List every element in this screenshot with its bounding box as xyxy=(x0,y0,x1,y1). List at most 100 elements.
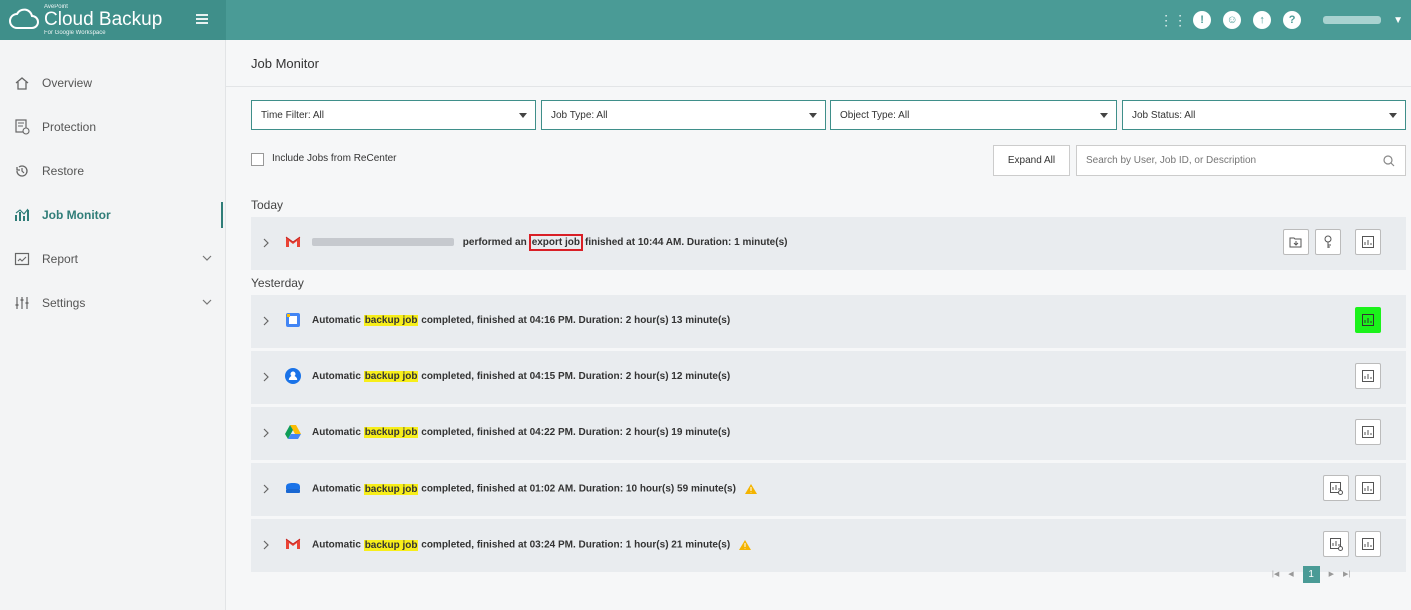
report-download-icon xyxy=(1362,236,1374,248)
title-divider xyxy=(226,86,1411,87)
job-row[interactable]: Automatic backup job completed, finished… xyxy=(251,407,1406,460)
chevron-down-icon xyxy=(202,255,212,261)
notification-bell-icon[interactable]: ↑ xyxy=(1253,11,1272,29)
job-type-label: Job Type: All xyxy=(551,109,608,121)
gmail-icon xyxy=(285,538,301,549)
warning-icon xyxy=(744,484,757,494)
brand-logo: AvePoint Cloud Backup For Google Workspa… xyxy=(0,0,226,40)
job-type-dropdown[interactable]: Job Type: All xyxy=(541,100,826,130)
backup-job-highlight: backup job xyxy=(363,427,419,438)
job-description: Automatic backup job completed, finished… xyxy=(312,427,731,438)
download-report-button[interactable] xyxy=(1355,475,1381,501)
sidebar-item-label: Report xyxy=(42,252,79,266)
next-page-icon[interactable]: ▶ xyxy=(1329,570,1334,578)
include-recenter-label: Include Jobs from ReCenter xyxy=(272,153,397,164)
chevron-right-icon[interactable] xyxy=(262,316,270,326)
user-menu-caret-icon[interactable]: ▼ xyxy=(1393,15,1403,26)
sidebar-item-overview[interactable]: Overview xyxy=(0,68,226,98)
search-input[interactable] xyxy=(1086,155,1366,166)
chart-settings-button[interactable] xyxy=(1323,531,1349,557)
export-job-highlight: export job xyxy=(528,234,584,251)
download-report-button[interactable] xyxy=(1355,363,1381,389)
job-row[interactable]: performed an export job finished at 10:44 … xyxy=(251,217,1406,270)
search-box[interactable] xyxy=(1076,145,1406,176)
chevron-right-icon[interactable] xyxy=(262,428,270,438)
chevron-right-icon[interactable] xyxy=(262,484,270,494)
backup-job-highlight: backup job xyxy=(363,315,419,326)
report-download-icon xyxy=(1362,370,1374,382)
expand-all-button[interactable]: Expand All xyxy=(993,145,1070,176)
job-description: Automatic backup job completed, finished… xyxy=(312,315,731,326)
help-icon[interactable]: ? xyxy=(1283,11,1302,29)
sidebar-item-restore[interactable]: Restore xyxy=(0,156,226,186)
previous-page-icon[interactable]: ◀ xyxy=(1288,570,1293,578)
user-name-placeholder[interactable] xyxy=(1323,16,1382,24)
export-folder-button[interactable] xyxy=(1283,229,1309,255)
gmail-icon xyxy=(285,236,301,247)
section-today: Today xyxy=(251,198,284,212)
job-status-dropdown[interactable]: Job Status: All xyxy=(1122,100,1406,130)
notification-icon[interactable]: ! xyxy=(1193,11,1212,29)
job-description: Automatic backup job completed, finished… xyxy=(312,483,758,495)
download-report-button[interactable] xyxy=(1355,419,1381,445)
download-report-button[interactable] xyxy=(1355,229,1381,255)
contacts-icon xyxy=(285,368,301,384)
backup-job-highlight: backup job xyxy=(363,539,419,551)
sidebar: Overview Protection Restore Job Monitor … xyxy=(0,40,226,610)
key-button[interactable] xyxy=(1315,229,1341,255)
section-yesterday: Yesterday xyxy=(251,276,304,290)
chevron-right-icon[interactable] xyxy=(262,372,270,382)
sidebar-item-protection[interactable]: Protection xyxy=(0,112,226,142)
report-settings-icon xyxy=(1330,538,1343,551)
time-filter-label: Time Filter: All xyxy=(261,109,324,121)
search-icon[interactable] xyxy=(1383,155,1395,167)
report-download-icon xyxy=(1362,482,1374,494)
sidebar-item-report[interactable]: Report xyxy=(0,244,226,274)
google-drive-icon xyxy=(285,425,301,439)
job-row[interactable]: Automatic backup job completed, finished… xyxy=(251,351,1406,404)
job-monitor-icon xyxy=(14,207,30,223)
time-filter-dropdown[interactable]: Time Filter: All xyxy=(251,100,536,130)
vendor-name: AvePoint xyxy=(44,4,68,10)
chart-settings-button[interactable] xyxy=(1323,475,1349,501)
download-report-button[interactable] xyxy=(1355,531,1381,557)
job-status-label: Job Status: All xyxy=(1132,109,1196,121)
dropdown-arrow-icon xyxy=(519,113,527,118)
calendar-icon xyxy=(286,313,300,327)
protection-icon xyxy=(14,119,30,135)
dropdown-arrow-icon xyxy=(1389,113,1397,118)
job-row[interactable]: Automatic backup job completed, finished… xyxy=(251,519,1406,572)
chevron-right-icon[interactable] xyxy=(262,540,270,550)
sidebar-item-label: Restore xyxy=(42,164,85,178)
report-download-icon xyxy=(1362,538,1374,550)
chevron-right-icon[interactable] xyxy=(262,238,270,248)
settings-icon xyxy=(14,295,30,311)
sidebar-item-label: Overview xyxy=(42,76,93,90)
include-recenter-checkbox[interactable] xyxy=(251,153,264,166)
job-description: Automatic backup job completed, finished… xyxy=(312,371,731,382)
last-page-icon[interactable]: ▶| xyxy=(1343,570,1350,578)
job-row[interactable]: Automatic backup job completed, finished… xyxy=(251,463,1406,516)
current-page[interactable]: 1 xyxy=(1302,565,1320,583)
object-type-label: Object Type: All xyxy=(840,109,910,121)
cloud-icon xyxy=(9,8,39,29)
sidebar-item-label: Job Monitor xyxy=(42,208,111,222)
apps-grid-icon[interactable]: ⋮⋮ xyxy=(1159,12,1187,28)
backup-job-highlight: backup job xyxy=(363,483,419,495)
sidebar-item-job-monitor[interactable]: Job Monitor xyxy=(0,200,226,230)
dropdown-arrow-icon xyxy=(809,113,817,118)
download-report-button[interactable] xyxy=(1355,307,1381,333)
shared-drive-icon xyxy=(286,483,300,493)
job-description: performed an export job finished at 10:44 … xyxy=(312,234,787,251)
first-page-icon[interactable]: |◀ xyxy=(1272,570,1279,578)
report-download-icon xyxy=(1362,314,1374,326)
menu-toggle-icon[interactable] xyxy=(194,11,210,27)
feedback-icon[interactable]: ☺ xyxy=(1223,11,1242,29)
main-content: Job Monitor Time Filter: All Job Type: A… xyxy=(226,40,1411,610)
job-row[interactable]: Automatic backup job completed, finished… xyxy=(251,295,1406,348)
sidebar-item-settings[interactable]: Settings xyxy=(0,288,226,318)
object-type-dropdown[interactable]: Object Type: All xyxy=(830,100,1117,130)
restore-icon xyxy=(14,163,30,179)
report-download-icon xyxy=(1362,426,1374,438)
folder-export-icon xyxy=(1289,237,1302,248)
